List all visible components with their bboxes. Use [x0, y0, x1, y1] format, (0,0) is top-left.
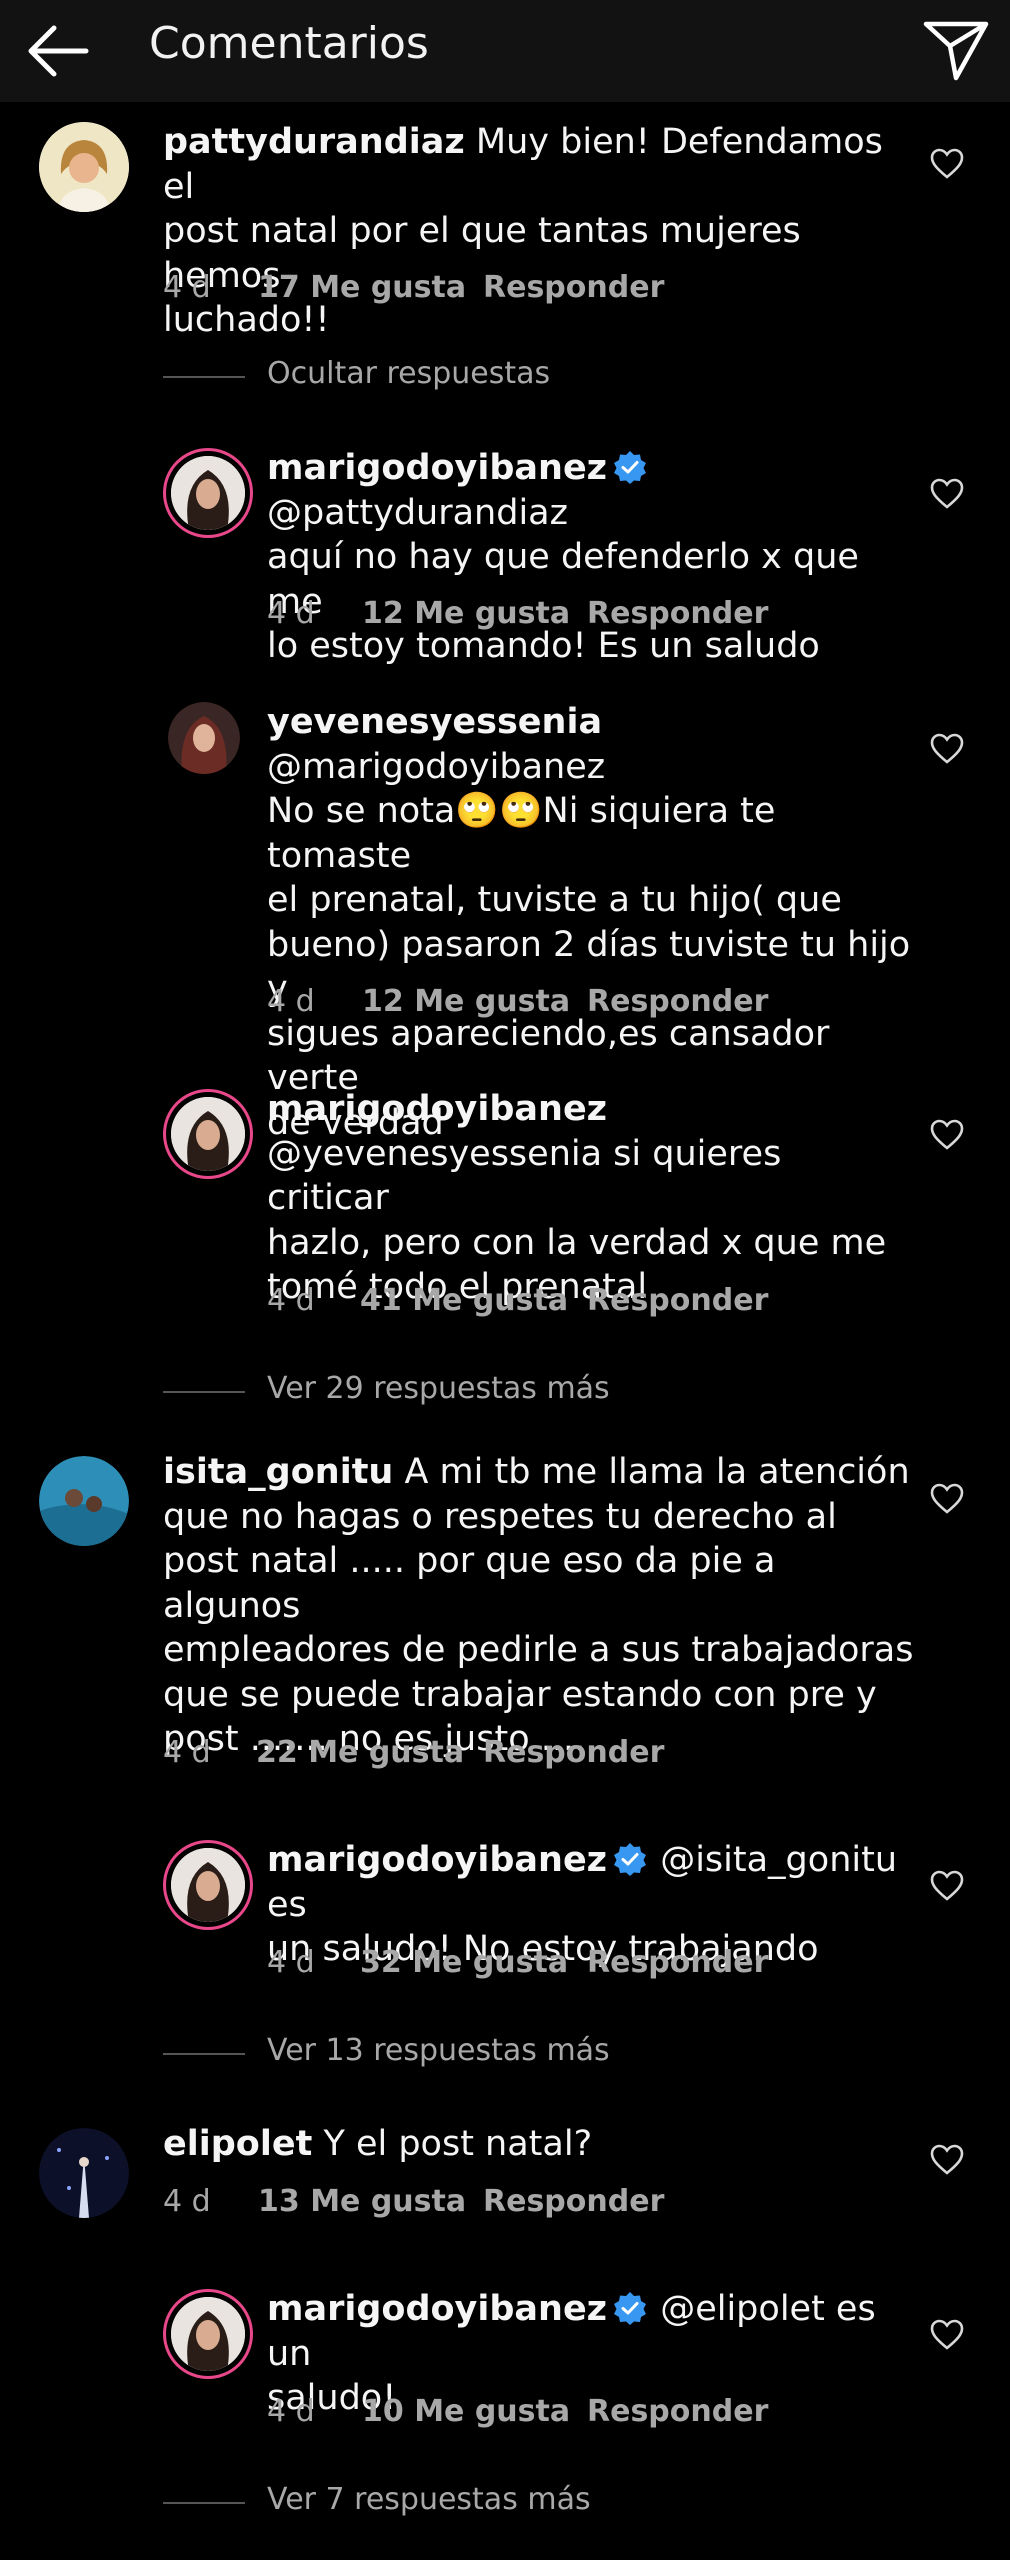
like-heart-icon[interactable]	[930, 1119, 964, 1151]
avatar[interactable]	[39, 2128, 129, 2218]
comment-text: @marigodoyibanez	[267, 746, 606, 787]
avatar[interactable]	[168, 702, 240, 774]
comment-username[interactable]: pattydurandiaz	[163, 122, 465, 162]
likes-count[interactable]: 17 Me gusta	[258, 270, 466, 305]
comment-time: 4 d	[267, 1945, 315, 1980]
like-heart-icon[interactable]	[930, 478, 964, 510]
comment-text: lo estoy tomando! Es un saludo	[267, 626, 820, 666]
likes-count[interactable]: 13 Me gusta	[258, 2184, 466, 2219]
divider	[163, 1391, 245, 1393]
comment-text: @yevenesyessenia si quieres criticar	[267, 1133, 793, 1219]
avatar[interactable]	[163, 1840, 253, 1930]
view-more-replies-label: Ver 29 respuestas más	[267, 1371, 610, 1406]
reply-button[interactable]: Responder	[483, 1735, 664, 1770]
reply-button[interactable]: Responder	[587, 1283, 768, 1318]
view-more-replies-button[interactable]: Ver 7 respuestas más	[163, 2482, 863, 2522]
like-heart-icon[interactable]	[930, 2319, 964, 2351]
reply-button[interactable]: Responder	[483, 2184, 664, 2219]
comment-text: @pattydurandiaz	[267, 492, 569, 533]
hide-replies-label: Ocultar respuestas	[267, 356, 551, 391]
avatar[interactable]	[163, 1089, 253, 1179]
comment-username[interactable]: marigodoyibanez	[267, 2289, 607, 2329]
likes-count[interactable]: 12 Me gusta	[362, 596, 570, 631]
comment-username[interactable]: isita_gonitu	[163, 1452, 393, 1492]
likes-count[interactable]: 12 Me gusta	[362, 984, 570, 1019]
comment-username[interactable]: yevenesyessenia	[267, 702, 602, 742]
likes-count[interactable]: 41 Me gusta	[360, 1283, 568, 1318]
comment-text: el prenatal, tuviste a tu hijo( que	[267, 880, 842, 920]
avatar[interactable]	[163, 448, 253, 538]
like-heart-icon[interactable]	[930, 1870, 964, 1902]
comment-username[interactable]: elipolet	[163, 2124, 312, 2164]
view-more-replies-button[interactable]: Ver 29 respuestas más	[163, 1371, 863, 1411]
likes-count[interactable]: 22 Me gusta	[256, 1735, 464, 1770]
comment-time: 4 d	[163, 270, 211, 305]
comment-time: 4 d	[267, 596, 315, 631]
comment-time: 4 d	[267, 984, 315, 1019]
comment-text: Y el post natal?	[323, 2124, 593, 2164]
hide-replies-button[interactable]: Ocultar respuestas	[163, 356, 863, 396]
reply-button[interactable]: Responder	[587, 1945, 768, 1980]
comment-text: empleadores de pedirle a sus trabajadora…	[163, 1630, 914, 1670]
divider	[163, 2502, 245, 2504]
comment-text: que se puede trabajar estando con pre y	[163, 1674, 877, 1715]
view-more-replies-label: Ver 7 respuestas más	[267, 2482, 591, 2517]
comment-username[interactable]: marigodoyibanez	[267, 448, 607, 488]
comment-text: sigues apareciendo,es cansador verte	[267, 1013, 841, 1099]
page-title: Comentarios	[149, 18, 429, 69]
direct-send-icon[interactable]	[920, 12, 992, 84]
like-heart-icon[interactable]	[930, 148, 964, 180]
view-more-replies-label: Ver 13 respuestas más	[267, 2033, 610, 2068]
comment-text: hazlo, pero con la verdad x que me	[267, 1222, 887, 1263]
divider	[163, 376, 245, 378]
comment-text: No se nota🙄🙄Ni siquiera te tomaste	[267, 791, 787, 876]
comment-time: 4 d	[163, 2184, 211, 2219]
like-heart-icon[interactable]	[930, 733, 964, 765]
comment-username[interactable]: marigodoyibanez	[267, 1840, 607, 1880]
comment-time: 4 d	[267, 1283, 315, 1318]
reply-button[interactable]: Responder	[483, 270, 664, 305]
verified-badge-icon	[614, 1843, 647, 1876]
comment-time: 4 d	[267, 2394, 315, 2429]
avatar[interactable]	[39, 122, 129, 212]
comment-text: luchado!!	[163, 300, 330, 340]
verified-badge-icon	[614, 451, 647, 484]
like-heart-icon[interactable]	[930, 1483, 964, 1515]
reply-button[interactable]: Responder	[587, 2394, 768, 2429]
like-heart-icon[interactable]	[930, 2144, 964, 2176]
verified-badge-icon	[614, 2292, 647, 2325]
comment-text: A mi tb me llama la atención	[404, 1452, 910, 1492]
likes-count[interactable]: 32 Me gusta	[360, 1945, 568, 1980]
back-arrow-icon[interactable]	[24, 18, 94, 84]
likes-count[interactable]: 10 Me gusta	[362, 2394, 570, 2429]
reply-button[interactable]: Responder	[587, 984, 768, 1019]
top-bar: Comentarios	[0, 0, 1010, 102]
avatar[interactable]	[39, 1456, 129, 1546]
divider	[163, 2053, 245, 2055]
comment-time: 4 d	[163, 1735, 211, 1770]
view-more-replies-button[interactable]: Ver 13 respuestas más	[163, 2033, 863, 2073]
avatar[interactable]	[163, 2289, 253, 2379]
comment-username[interactable]: marigodoyibanez	[267, 1089, 607, 1129]
reply-button[interactable]: Responder	[587, 596, 768, 631]
comment-text: que no hagas o respetes tu derecho al	[163, 1496, 837, 1537]
comment-text: post natal ..... por que eso da pie a al…	[163, 1541, 787, 1626]
